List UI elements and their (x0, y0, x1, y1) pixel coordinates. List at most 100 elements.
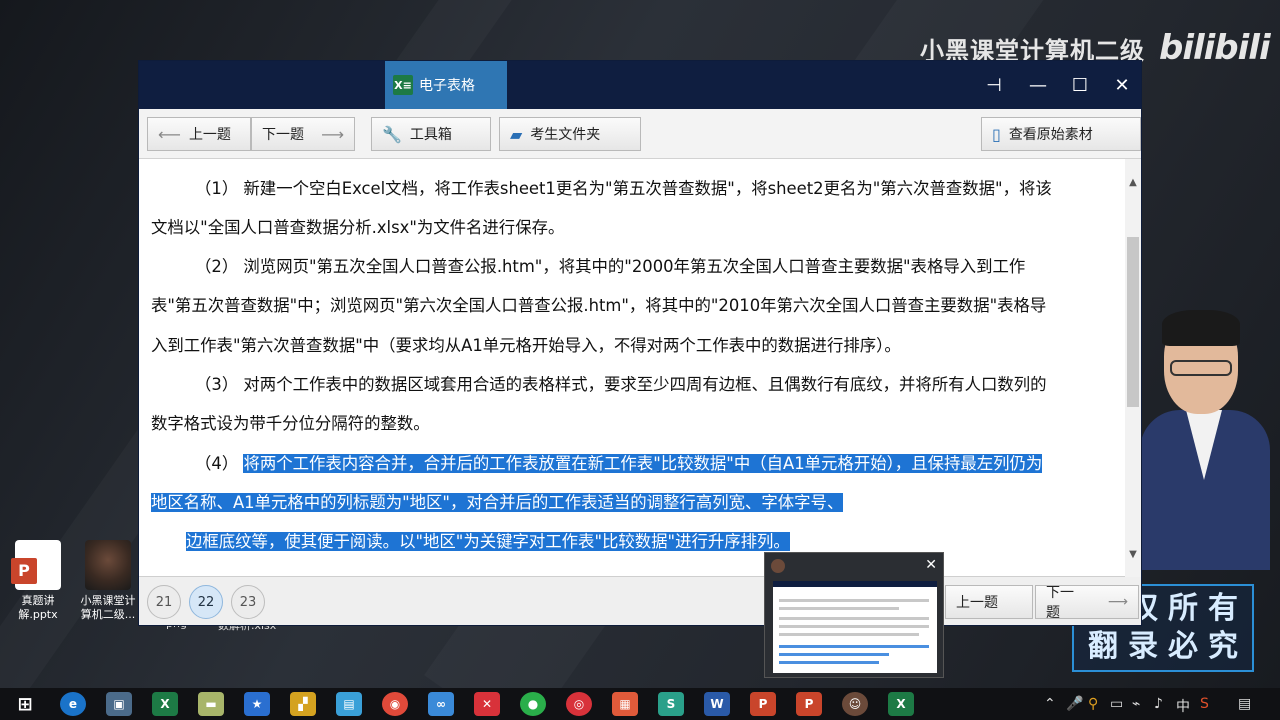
desktop-icon-label: 真题讲解.pptx (18, 594, 58, 621)
document-icon: ▯ (992, 124, 1001, 144)
desktop-icon-label: 小黑课堂计算机二级... (80, 594, 136, 621)
colorful-app-icon[interactable]: ▞ (290, 692, 316, 716)
battery-icon[interactable]: ▭ (1110, 696, 1123, 712)
question-text-line: 文档以"全国人口普查数据分析.xlsx"为文件名进行保存。 (151, 218, 565, 237)
windows-start-icon[interactable]: ⊞ (12, 692, 38, 716)
prev-question-button[interactable]: ⟵ 上一题 (147, 117, 251, 151)
star-app-icon[interactable]: ★ (244, 692, 270, 716)
view-source-label: 查看原始素材 (1008, 127, 1093, 143)
preview-line (779, 633, 919, 636)
selected-text[interactable]: 地区名称、A1单元格中的列标题为"地区"，对合并后的工作表适当的调整行高列宽、字… (151, 493, 844, 512)
question-pager: 21 22 23 上一题 下一题 ⟶ (139, 577, 1141, 625)
question-text-line: （1） 新建一个空白Excel文档，将工作表sheet1更名为"第五次普查数据"… (195, 179, 1052, 198)
bilibili-logo: bilibili (1159, 28, 1271, 68)
powerpoint-file-icon (11, 540, 61, 590)
presenter-video (1140, 310, 1270, 570)
presenter-glasses (1170, 360, 1232, 376)
app-icon[interactable]: ▦ (612, 692, 638, 716)
scroll-thumb[interactable] (1127, 237, 1139, 407)
image-viewer-icon[interactable]: ▣ (106, 692, 132, 716)
search-app-icon[interactable]: ⚲ (1088, 696, 1098, 712)
question-4-line: （4） 将两个工作表内容合并，合并后的工作表放置在新工作表"比较数据"中（自A1… (195, 454, 1043, 474)
next-label: 下一题 (262, 127, 304, 143)
scroll-down-icon[interactable]: ▼ (1125, 545, 1141, 563)
scroll-up-icon[interactable]: ▲ (1125, 173, 1141, 191)
taskbar-preview[interactable]: ✕ (764, 552, 944, 678)
photo-app-icon[interactable]: ▤ (336, 692, 362, 716)
question-content: （1） 新建一个空白Excel文档，将工作表sheet1更名为"第五次普查数据"… (139, 159, 1141, 577)
tab-spreadsheet[interactable]: X≡ 电子表格 (385, 61, 507, 109)
question-text-line: （2） 浏览网页"第五次全国人口普查公报.htm"，将其中的"2000年第五次全… (195, 257, 1026, 276)
preview-thumbnail (773, 581, 937, 673)
selected-text[interactable]: 将两个工作表内容合并，合并后的工作表放置在新工作表"比较数据"中（自A1单元格开… (243, 454, 1043, 473)
desktop-icon-pptx[interactable]: 真题讲解.pptx (6, 540, 70, 622)
excel-taskbar-icon[interactable]: X (152, 692, 178, 716)
folder-taskbar-icon[interactable]: ▬ (198, 692, 224, 716)
edge-browser-icon[interactable]: e (60, 692, 86, 716)
page-button[interactable]: 23 (231, 585, 265, 619)
toolbox-label: 工具箱 (409, 127, 452, 143)
question-text-line: 入到工作表"第六次普查数据"中（要求均从A1单元格开始导入，不得对两个工作表中的… (151, 336, 901, 355)
folder-label: 考生文件夹 (530, 127, 601, 143)
chrome-icon[interactable]: ◉ (382, 692, 408, 716)
preview-line (779, 625, 929, 628)
taskbar: ⊞ e ▣ X ▬ ★ ▞ ▤ ◉ ∞ ✕ ● ◎ ▦ S W P P ☺ X … (0, 688, 1280, 720)
avatar-app-icon[interactable]: ☺ (842, 692, 868, 716)
footer-next-button[interactable]: 下一题 ⟶ (1035, 585, 1139, 621)
microphone-icon[interactable]: 🎤 (1066, 696, 1083, 712)
preview-line (779, 645, 929, 648)
arrow-left-icon: ⟵ (158, 124, 181, 144)
maximize-button[interactable]: ☐ (1065, 73, 1095, 97)
title-bar: X≡ 电子表格 ⊣ — ☐ ✕ (139, 61, 1141, 109)
footer-next-label: 下一题 (1046, 585, 1074, 621)
notification-icon[interactable]: ▤ (1238, 696, 1251, 712)
question-text-line: （3） 对两个工作表中的数据区域套用合适的表格样式，要求至少四周有边框、且偶数行… (195, 375, 1047, 394)
desktop-icon-shortcut[interactable]: 小黑课堂计算机二级... (76, 540, 140, 622)
network-icon[interactable]: ⌁ (1132, 696, 1140, 712)
wrench-icon: 🔧 (382, 124, 402, 144)
app-icon[interactable]: S (658, 692, 684, 716)
exam-window: X≡ 电子表格 ⊣ — ☐ ✕ ⟵ 上一题 下一题 ⟶ 🔧 工具箱 ▰ 考生文件… (138, 60, 1142, 626)
next-question-button[interactable]: 下一题 ⟶ (251, 117, 355, 151)
ime-indicator[interactable]: 中 (1176, 696, 1190, 716)
powerpoint-icon[interactable]: P (796, 692, 822, 716)
candidate-folder-button[interactable]: ▰ 考生文件夹 (499, 117, 641, 151)
close-button[interactable]: ✕ (1107, 73, 1137, 97)
question-4-line: 地区名称、A1单元格中的列标题为"地区"，对合并后的工作表适当的调整行高列宽、字… (151, 493, 844, 513)
preview-line (779, 617, 929, 620)
page-button[interactable]: 21 (147, 585, 181, 619)
chevron-up-icon[interactable]: ⌃ (1044, 696, 1056, 712)
selected-text[interactable]: 边框底纹等，使其便于阅读。以"地区"为关键字对工作表"比较数据"进行升序排列。 (186, 532, 790, 551)
toolbar: ⟵ 上一题 下一题 ⟶ 🔧 工具箱 ▰ 考生文件夹 ▯ 查看原始素材 (139, 109, 1141, 159)
minimize-button[interactable]: — (1023, 73, 1053, 97)
question-4-number: （4） (195, 454, 239, 473)
avatar-shortcut-icon (85, 540, 131, 590)
powerpoint-icon[interactable]: P (750, 692, 776, 716)
folder-icon: ▰ (510, 124, 523, 144)
footer-prev-button[interactable]: 上一题 (945, 585, 1033, 619)
prev-label: 上一题 (188, 127, 231, 143)
wechat-icon[interactable]: ● (520, 692, 546, 716)
copyright-line2: 翻录必究 (1088, 629, 1248, 664)
x-app-icon[interactable]: ✕ (474, 692, 500, 716)
netease-music-icon[interactable]: ◎ (566, 692, 592, 716)
preview-line (779, 599, 929, 602)
preview-line (779, 653, 889, 656)
excel-taskbar-icon[interactable]: X (888, 692, 914, 716)
view-source-button[interactable]: ▯ 查看原始素材 (981, 117, 1141, 151)
word-icon[interactable]: W (704, 692, 730, 716)
close-icon[interactable]: ✕ (925, 557, 937, 573)
cloud-app-icon[interactable]: ∞ (428, 692, 454, 716)
avatar-icon (771, 559, 785, 573)
tab-label: 电子表格 (419, 78, 475, 94)
question-text-line: 数字格式设为带千分位分隔符的整数。 (151, 414, 430, 433)
pin-icon[interactable]: ⊣ (979, 73, 1009, 97)
vertical-scrollbar[interactable]: ▲ ▼ (1125, 159, 1141, 577)
preview-line (779, 607, 899, 610)
page-button-active[interactable]: 22 (189, 585, 223, 619)
security-app-icon[interactable]: S (1200, 696, 1209, 712)
volume-icon[interactable]: ♪ (1154, 696, 1163, 712)
presenter-hair (1162, 310, 1240, 346)
question-4-line: 边框底纹等，使其便于阅读。以"地区"为关键字对工作表"比较数据"进行升序排列。 (186, 532, 790, 552)
toolbox-button[interactable]: 🔧 工具箱 (371, 117, 491, 151)
